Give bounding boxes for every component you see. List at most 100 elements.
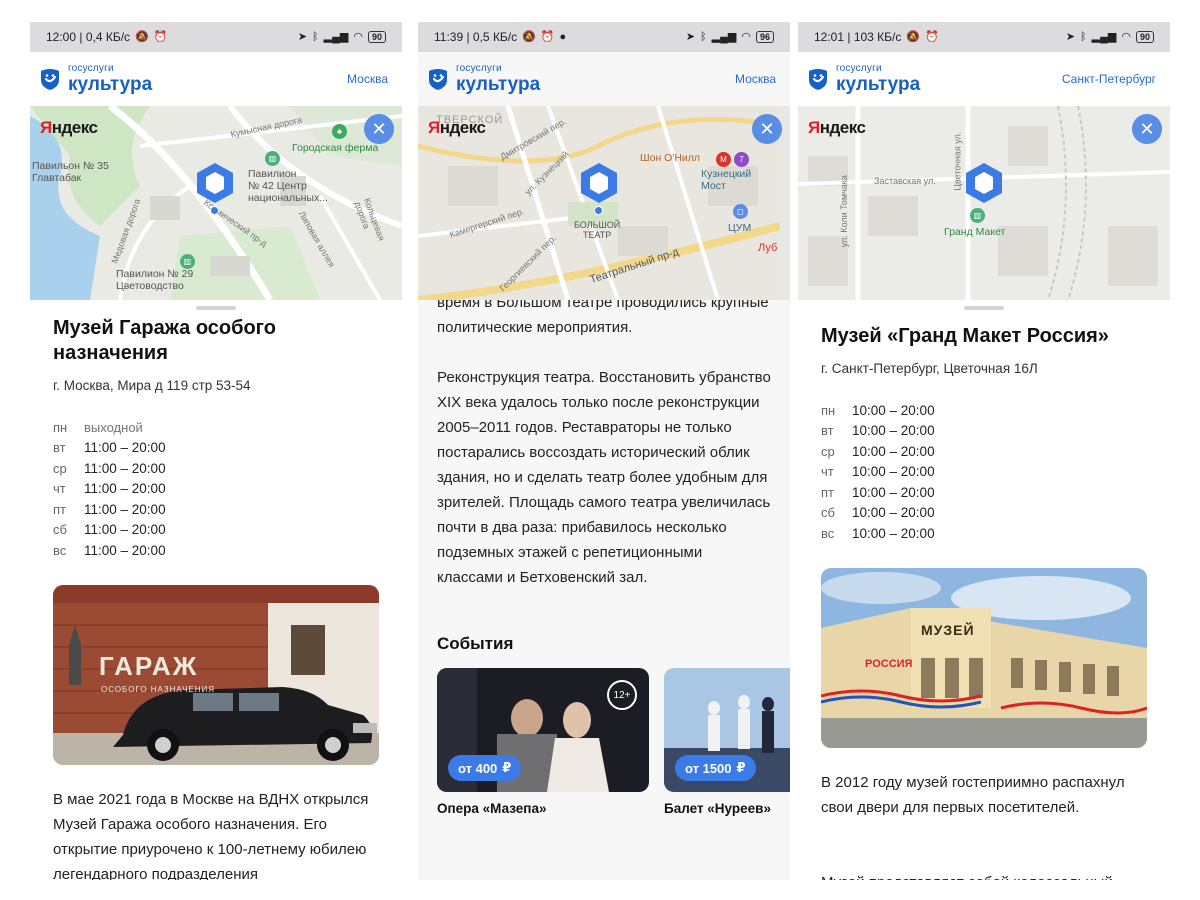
status-bar: 12:01 | 103 КБ/с 🔕 ⏰ ➤ ᛒ ▂▄▆ ◠ 90 bbox=[798, 22, 1170, 52]
hours-row-thu: чт 11:00 – 20:00 bbox=[53, 481, 166, 497]
map-view[interactable]: Яндекс ✕ Павильон № 35 Главтабак ▥ Павил… bbox=[30, 106, 402, 300]
bluetooth-icon: ᛒ bbox=[700, 30, 707, 43]
museum-title: Музей Гаража особого назначения bbox=[53, 317, 276, 364]
map-view[interactable]: Яндекс ✕ Заставская ул. ул. Коли Томчака… bbox=[798, 106, 1170, 300]
events-carousel[interactable]: 12+ от 400 ₽ Опера «Мазепа» от 1500 ₽ Ба… bbox=[437, 668, 790, 816]
map-label-bolshoi: БОЛЬШОЙ ТЕАТР bbox=[574, 220, 621, 241]
app-header: госуслуги культура Санкт-Петербург bbox=[798, 52, 1170, 106]
logo-small-text: госуслуги bbox=[68, 63, 114, 74]
photo-garage-sign: ГАРАЖ bbox=[99, 650, 199, 681]
hours-row-tue: вт 10:00 – 20:00 bbox=[821, 423, 935, 439]
logo-big-text: культура bbox=[456, 74, 541, 95]
map-label-kuznetsky: Кузнецкий Мост bbox=[701, 168, 752, 193]
mute-icon: 🔕 bbox=[135, 30, 149, 43]
status-time: 12:00 | 0,4 КБ/с bbox=[46, 30, 131, 44]
map-label-shon: Шон О'Нилл bbox=[640, 152, 701, 164]
museum-poi-icon: ▥ bbox=[180, 254, 195, 269]
battery-icon: 90 bbox=[367, 31, 386, 43]
hours-row-sat: сб 10:00 – 20:00 bbox=[821, 505, 935, 521]
location-pin-icon[interactable] bbox=[962, 161, 1006, 205]
museum-poi-icon: ▥ bbox=[970, 208, 985, 223]
map-label-tsum: ЦУМ bbox=[728, 222, 752, 234]
metro-line-7-icon: 7 bbox=[734, 152, 749, 167]
location-dot bbox=[594, 206, 603, 215]
close-map-button[interactable]: ✕ bbox=[752, 114, 782, 144]
opening-hours: пн 10:00 – 20:00 вт 10:00 – 20:00 ср 10:00 … bbox=[821, 400, 1147, 544]
app-logo[interactable]: госуслуги культура bbox=[426, 64, 540, 94]
hours-row-tue: вт 11:00 – 20:00 bbox=[53, 440, 166, 456]
mute-icon: 🔕 bbox=[906, 30, 921, 43]
city-selector[interactable]: Санкт-Петербург bbox=[1062, 72, 1156, 86]
map-label-grand: Гранд Макет bbox=[944, 226, 1006, 238]
ruble-icon: ₽ bbox=[736, 760, 746, 775]
age-rating-badge: 12+ bbox=[607, 680, 637, 710]
app-logo[interactable]: госуслуги культура bbox=[38, 64, 152, 94]
event-card[interactable]: от 1500 ₽ Балет «Нуреев» bbox=[664, 668, 790, 816]
museum-photo[interactable]: ГАРАЖ ОСОБОГО НАЗНАЧЕНИЯ bbox=[53, 584, 379, 765]
app-header: госуслуги культура Москва bbox=[418, 52, 790, 106]
logo-big-text: культура bbox=[68, 74, 153, 95]
opening-hours: пн выходной вт 11:00 – 20:00 ср 11:00 – 20:… bbox=[53, 417, 379, 561]
sheet-handle[interactable] bbox=[964, 306, 1004, 310]
event-image: 12+ от 400 ₽ bbox=[437, 668, 649, 792]
logo-small-text: госуслуги bbox=[836, 63, 882, 74]
farm-poi-icon: ♣ bbox=[332, 124, 347, 139]
ruble-icon: ₽ bbox=[502, 760, 512, 775]
location-dot bbox=[210, 206, 219, 215]
event-title: Опера «Мазепа» bbox=[437, 801, 547, 816]
event-image: от 1500 ₽ bbox=[664, 668, 790, 792]
signal-icon: ▂▄▆ bbox=[323, 30, 349, 43]
yandex-logo: Яндекс bbox=[808, 118, 866, 137]
gosuslugi-logo-icon bbox=[429, 69, 447, 90]
event-card[interactable]: 12+ от 400 ₽ Опера «Мазепа» bbox=[437, 668, 649, 816]
hours-row-fri: пт 10:00 – 20:00 bbox=[821, 484, 935, 500]
museum-title: Музей «Гранд Макет Россия» bbox=[821, 325, 1109, 347]
yandex-logo: Яндекс bbox=[40, 118, 98, 137]
gosuslugi-logo-icon bbox=[41, 69, 59, 90]
location-icon: ➤ bbox=[685, 30, 696, 43]
signal-icon: ▂▄▆ bbox=[711, 30, 737, 43]
sheet-handle[interactable] bbox=[196, 306, 236, 310]
screen-grand-maket: 12:01 | 103 КБ/с 🔕 ⏰ ➤ ᛒ ▂▄▆ ◠ 90 госусл… bbox=[798, 22, 1170, 880]
wifi-icon: ◠ bbox=[353, 30, 363, 43]
battery-icon: 96 bbox=[755, 31, 774, 43]
status-bar: 12:00 | 0,4 КБ/с 🔕 ⏰ ➤ ᛒ ▂▄▆ ◠ 90 bbox=[30, 22, 402, 52]
city-selector[interactable]: Москва bbox=[347, 72, 388, 86]
hours-row-mon: пн 10:00 – 20:00 bbox=[821, 402, 935, 418]
hours-row-wed: ср 11:00 – 20:00 bbox=[53, 460, 166, 476]
hours-row-fri: пт 11:00 – 20:00 bbox=[53, 501, 166, 517]
map-view[interactable]: Яндекс ТВЕРСКОЙ ✕ Шон О'Нилл M 7 Кузнецк… bbox=[418, 106, 790, 300]
map-label-tverskaya: ТВЕРСКОЙ bbox=[436, 114, 504, 126]
message-icon: ● bbox=[559, 30, 567, 43]
shopping-icon: ◻ bbox=[733, 204, 748, 219]
status-time: 12:01 | 103 КБ/с bbox=[814, 30, 902, 44]
location-pin-icon[interactable] bbox=[193, 161, 237, 205]
map-label-kolya: ул. Коли Томчака bbox=[838, 175, 849, 248]
alarm-icon: ⏰ bbox=[540, 30, 555, 43]
app-header: госуслуги культура Москва bbox=[30, 52, 402, 106]
wifi-icon: ◠ bbox=[1121, 30, 1131, 43]
event-price-badge[interactable]: от 400 ₽ bbox=[448, 755, 522, 781]
event-title: Балет «Нуреев» bbox=[664, 801, 771, 816]
status-bar: 11:39 | 0,5 КБ/с 🔕 ⏰ ● ➤ ᛒ ▂▄▆ ◠ 96 bbox=[418, 22, 790, 52]
museum-description: В мае 2021 года в Москве на ВДНХ открылс… bbox=[53, 790, 369, 881]
signal-icon: ▂▄▆ bbox=[1091, 30, 1117, 43]
hours-row-sun: вс 11:00 – 20:00 bbox=[53, 542, 166, 558]
city-selector[interactable]: Москва bbox=[735, 72, 776, 86]
mute-icon: 🔕 bbox=[522, 30, 536, 43]
location-pin-icon[interactable] bbox=[577, 161, 621, 205]
hours-row-sat: сб 11:00 – 20:00 bbox=[53, 522, 166, 538]
bluetooth-icon: ᛒ bbox=[1080, 30, 1087, 43]
photo-garage-subsign: ОСОБОГО НАЗНАЧЕНИЯ bbox=[101, 684, 216, 694]
museum-address: г. Москва, Мира д 119 стр 53-54 bbox=[53, 378, 251, 393]
museum-description-continued: Музей представляет собой колоссальный bbox=[821, 870, 1147, 881]
museum-photo[interactable]: МУЗЕЙ РОССИЯ bbox=[821, 567, 1147, 748]
museum-description: В 2012 году музей гостеприимно распахнул… bbox=[821, 773, 1125, 816]
close-map-button[interactable]: ✕ bbox=[1132, 114, 1162, 144]
app-logo[interactable]: госуслуги культура bbox=[806, 64, 920, 94]
logo-big-text: культура bbox=[836, 74, 921, 95]
event-price-badge[interactable]: от 1500 ₽ bbox=[675, 755, 756, 781]
close-map-button[interactable]: ✕ bbox=[364, 114, 394, 144]
screen-bolshoi-theatre: 11:39 | 0,5 КБ/с 🔕 ⏰ ● ➤ ᛒ ▂▄▆ ◠ 96 госу… bbox=[418, 22, 790, 880]
metro-icon: M bbox=[716, 152, 731, 167]
